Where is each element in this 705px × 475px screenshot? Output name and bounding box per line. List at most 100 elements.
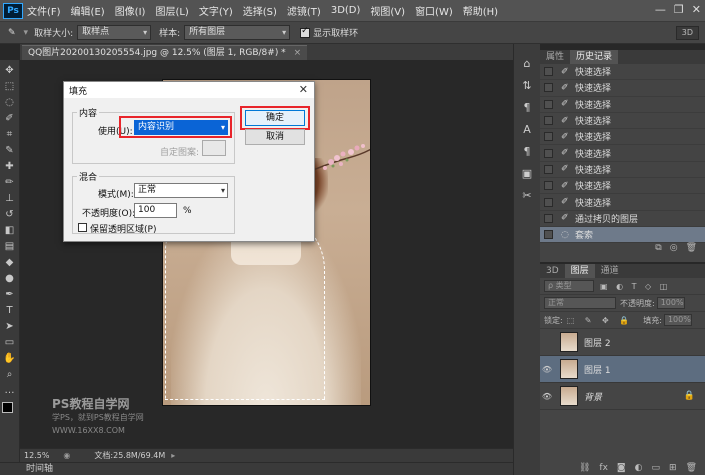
- visibility-eye-icon[interactable]: 👁: [540, 365, 554, 374]
- history-snapshot-checkbox[interactable]: [544, 83, 553, 93]
- brush-tool-icon[interactable]: ✏: [2, 176, 18, 190]
- minimize-icon[interactable]: —: [655, 3, 666, 16]
- crop-tool-icon[interactable]: ⌗: [2, 128, 18, 142]
- marquee-tool-icon[interactable]: ⬚: [2, 80, 18, 94]
- tab-history[interactable]: 历史记录: [570, 50, 619, 64]
- pen-tool-icon[interactable]: ✒: [2, 288, 18, 302]
- delete-state-icon[interactable]: 🗑: [686, 243, 697, 255]
- menu-layer[interactable]: 图层(L): [155, 3, 188, 18]
- document-tab[interactable]: QQ图片20200130205554.jpg @ 12.5% (图层 1, RG…: [22, 45, 308, 60]
- lasso-tool-icon[interactable]: ◌: [2, 96, 18, 110]
- lock-icons[interactable]: ⬚ ✎ ✥ 🔒: [567, 316, 634, 325]
- preserve-transparency-checkbox[interactable]: [78, 223, 87, 232]
- character-panel-icon[interactable]: A: [518, 122, 536, 138]
- color-swatches[interactable]: [1, 402, 18, 420]
- dodge-tool-icon[interactable]: ●: [2, 272, 18, 286]
- history-brush-icon[interactable]: ↺: [2, 208, 18, 222]
- menu-select[interactable]: 选择(S): [243, 3, 277, 18]
- tab-3d[interactable]: 3D: [540, 264, 565, 278]
- pattern-picker[interactable]: [202, 140, 226, 156]
- quick-select-tool-icon[interactable]: ✐: [2, 112, 18, 126]
- snapshot-icon[interactable]: ◎: [670, 243, 678, 255]
- add-mask-icon[interactable]: ◙: [617, 461, 626, 475]
- layer-row[interactable]: 👁 图层 1: [540, 356, 705, 383]
- eyedropper-tool-icon[interactable]: ✎: [8, 28, 16, 38]
- move-tool-icon[interactable]: ✥: [2, 64, 18, 78]
- layer-comps-icon[interactable]: ▣: [518, 166, 536, 182]
- history-snapshot-checkbox[interactable]: [544, 132, 553, 142]
- link-layers-icon[interactable]: ⛓: [579, 461, 590, 475]
- blur-tool-icon[interactable]: ◆: [2, 256, 18, 270]
- history-snapshot-checkbox[interactable]: [544, 116, 553, 126]
- tool-preset-arrow-icon[interactable]: ▾: [24, 28, 29, 38]
- history-panel-icon[interactable]: ⌂: [518, 56, 536, 72]
- history-item[interactable]: ✐ 快速选择: [540, 162, 705, 179]
- history-snapshot-checkbox[interactable]: [544, 181, 553, 191]
- history-snapshot-checkbox[interactable]: [544, 197, 553, 207]
- menu-type[interactable]: 文字(Y): [199, 3, 233, 18]
- paragraph2-panel-icon[interactable]: ¶: [518, 144, 536, 160]
- zoom-tool-icon[interactable]: ⌕: [2, 368, 18, 382]
- shape-tool-icon[interactable]: ▭: [2, 336, 18, 350]
- menu-window[interactable]: 窗口(W): [415, 3, 453, 18]
- tools-preset-icon[interactable]: ✂: [518, 188, 536, 204]
- history-item[interactable]: ◌ 套索: [540, 226, 705, 244]
- tab-channels[interactable]: 通道: [595, 264, 625, 278]
- adjustment-layer-icon[interactable]: ◐: [635, 461, 643, 475]
- foreground-color-swatch[interactable]: [1, 402, 13, 413]
- history-item[interactable]: ✐ 快速选择: [540, 97, 705, 113]
- history-item[interactable]: ✐ 快速选择: [540, 64, 705, 81]
- dialog-close-icon[interactable]: ✕: [299, 83, 308, 96]
- healing-tool-icon[interactable]: ✚: [2, 160, 18, 174]
- type-tool-icon[interactable]: T: [2, 304, 18, 318]
- filter-icons[interactable]: ▣ ◐ T ◇ ◫: [600, 282, 670, 291]
- adjust-panel-icon[interactable]: ⇅: [518, 78, 536, 94]
- layer-kind-filter[interactable]: ρ 类型: [544, 280, 594, 292]
- history-item[interactable]: ✐ 快速选择: [540, 129, 705, 146]
- eraser-tool-icon[interactable]: ◧: [2, 224, 18, 238]
- history-item[interactable]: ✐ 快速选择: [540, 178, 705, 195]
- history-item[interactable]: ✐ 快速选择: [540, 80, 705, 97]
- menu-filter[interactable]: 滤镜(T): [287, 3, 321, 18]
- new-group-icon[interactable]: ▭: [652, 461, 661, 475]
- opacity-field[interactable]: 100%: [656, 297, 685, 309]
- 3d-mode-button[interactable]: 3D: [675, 26, 699, 40]
- tab-layers[interactable]: 图层: [564, 264, 595, 278]
- show-ring-checkbox[interactable]: [300, 26, 311, 38]
- visibility-eye-icon[interactable]: 👁: [540, 392, 554, 401]
- history-item[interactable]: ✐ 快速选择: [540, 113, 705, 130]
- menu-file[interactable]: 文件(F): [27, 3, 61, 18]
- sample-select[interactable]: 所有图层: [184, 25, 291, 40]
- menu-image[interactable]: 图像(I): [115, 3, 146, 18]
- menu-3d[interactable]: 3D(D): [331, 5, 361, 16]
- eyedropper-tool-icon[interactable]: ✎: [2, 144, 18, 158]
- path-select-tool-icon[interactable]: ➤: [2, 320, 18, 334]
- history-snapshot-checkbox[interactable]: [544, 99, 553, 109]
- history-snapshot-checkbox[interactable]: [544, 213, 553, 223]
- history-item[interactable]: ✐ 快速选择: [540, 194, 705, 211]
- blend-mode-select[interactable]: 正常: [544, 297, 616, 309]
- menu-edit[interactable]: 编辑(E): [71, 3, 105, 18]
- more-tools-icon[interactable]: …: [2, 384, 18, 398]
- dialog-titlebar[interactable]: 填充 ✕: [64, 82, 314, 98]
- menu-help[interactable]: 帮助(H): [463, 3, 498, 18]
- menu-view[interactable]: 视图(V): [370, 3, 405, 18]
- layer-row[interactable]: 👁 背景 🔒: [540, 383, 705, 410]
- layer-row[interactable]: 图层 2: [540, 329, 705, 356]
- history-snapshot-checkbox[interactable]: [544, 67, 553, 77]
- hand-tool-icon[interactable]: ✋: [2, 352, 18, 366]
- timeline-bar[interactable]: 时间轴: [0, 462, 513, 475]
- new-document-from-state-icon[interactable]: ⧉: [655, 243, 661, 255]
- restore-icon[interactable]: ❐: [674, 3, 684, 16]
- mode-select[interactable]: 正常 ▾: [134, 183, 228, 198]
- stamp-tool-icon[interactable]: ⊥: [2, 192, 18, 206]
- delete-layer-icon[interactable]: 🗑: [686, 461, 697, 475]
- ok-button[interactable]: 确定: [245, 110, 305, 126]
- tab-properties[interactable]: 属性: [540, 50, 570, 64]
- sample-size-select[interactable]: 取样点: [77, 25, 152, 40]
- new-layer-icon[interactable]: ⊞: [669, 461, 677, 475]
- paragraph-panel-icon[interactable]: ¶: [518, 100, 536, 116]
- layer-style-icon[interactable]: fx: [599, 461, 608, 475]
- opacity-input[interactable]: 100: [134, 203, 177, 218]
- history-item[interactable]: ✐ 通过拷贝的图层: [540, 211, 705, 227]
